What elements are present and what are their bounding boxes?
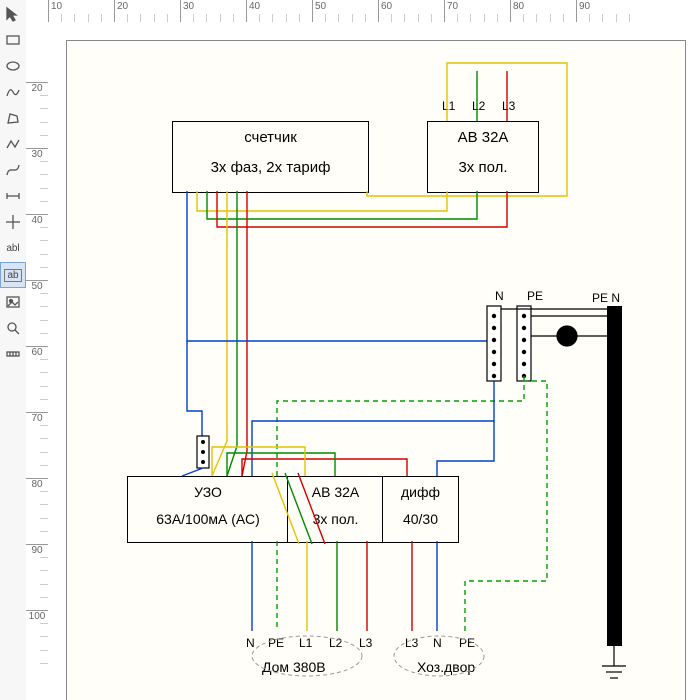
ruler-v-tick: 60 [26,346,48,358]
ruler-h-tick: 30 [180,0,194,22]
ruler-h-tick: 70 [444,0,458,22]
ruler-horizontal: 10 20 30 40 50 60 70 80 90 [26,0,700,23]
ruler-v-tick: 40 [26,214,48,226]
pointer-tool[interactable] [1,2,25,26]
ruler-h-tick: 40 [246,0,260,22]
dimension-tool[interactable] [1,184,25,208]
ruler-h-tick: 10 [48,0,62,22]
ruler-v-tick: 70 [26,412,48,424]
ruler-v-tick: 20 [26,82,48,94]
polyline-tool[interactable] [1,132,25,156]
drawing-page[interactable]: счетчик 3х фаз, 2х тариф АВ 32А 3х пол. … [66,40,686,700]
ruler-v-tick: 30 [26,148,48,160]
ruler-h-tick: 60 [378,0,392,22]
measure-tool[interactable] [1,342,25,366]
bezier-tool[interactable] [1,158,25,182]
ruler-v-tick: 50 [26,280,48,292]
ruler-v-tick: 80 [26,478,48,490]
ruler-v-tick: 90 [26,544,48,556]
text-tool[interactable]: abl [1,236,25,260]
app-window: abl ab 10 20 30 40 50 60 70 80 90 20 30 40 50 60 70 80… [0,0,700,700]
toolbar: abl ab [0,0,27,700]
crosshair-tool[interactable] [1,210,25,234]
text-frame-tool[interactable]: ab [0,262,26,288]
zoom-tool[interactable] [1,316,25,340]
wiring-svg [67,41,685,700]
ruler-h-tick: 80 [510,0,524,22]
ruler-h-tick: 50 [312,0,326,22]
ruler-h-tick: 90 [576,0,590,22]
ruler-h-tick: 20 [114,0,128,22]
polygon-tool[interactable] [1,106,25,130]
canvas[interactable]: счетчик 3х фаз, 2х тариф АВ 32А 3х пол. … [48,22,700,700]
ellipse-tool[interactable] [1,54,25,78]
image-tool[interactable] [1,290,25,314]
ruler-vertical: 20 30 40 50 60 70 80 90 100 [26,22,49,700]
ruler-v-tick: 100 [26,610,48,622]
freehand-tool[interactable] [1,80,25,104]
rectangle-tool[interactable] [1,28,25,52]
